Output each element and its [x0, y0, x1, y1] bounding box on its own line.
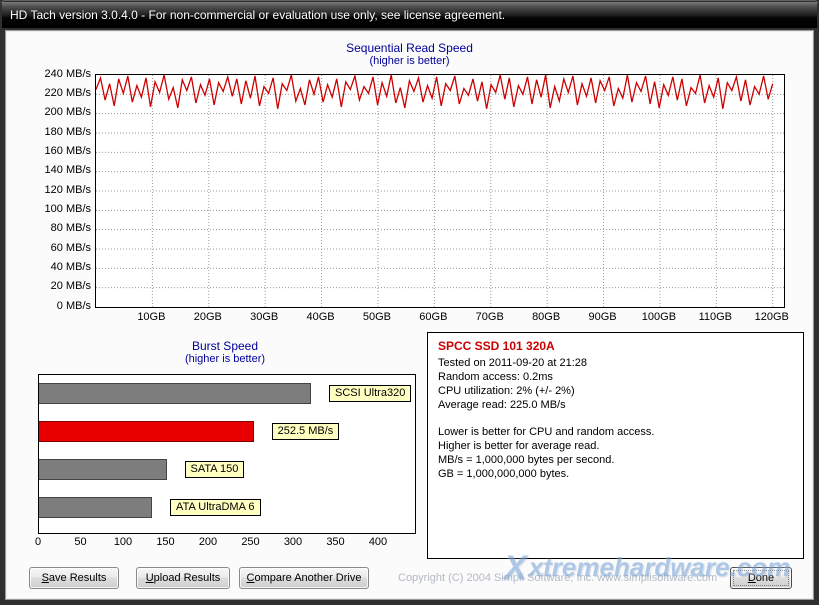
upload-results-button[interactable]: Upload Results	[136, 567, 230, 589]
burst-x-tick-label: 300	[278, 536, 308, 548]
average-read-line: Average read: 225.0 MB/s	[438, 398, 793, 412]
burst-bar-value-label: SCSI Ultra320	[329, 385, 411, 402]
seq-x-tick-label: 80GB	[524, 311, 568, 323]
note-lower-better: Lower is better for CPU and random acces…	[438, 425, 793, 439]
drive-name: SPCC SSD 101 320A	[438, 339, 793, 353]
burst-chart-title: Burst Speed	[36, 339, 414, 353]
seq-y-tick-label: 120 MB/s	[6, 184, 91, 197]
seq-y-tick-label: 140 MB/s	[6, 164, 91, 177]
compare-another-drive-label: Compare Another Drive	[240, 572, 368, 584]
seq-y-tick-label: 160 MB/s	[6, 145, 91, 158]
burst-x-tick-label: 400	[363, 536, 393, 548]
seq-y-tick-label: 240 MB/s	[6, 68, 91, 81]
hd-tach-window: HD Tach version 3.0.4.0 - For non-commer…	[0, 0, 819, 605]
random-access-line: Random access: 0.2ms	[438, 370, 793, 384]
burst-bar-value-label: SATA 150	[185, 461, 245, 478]
compare-another-drive-button[interactable]: Compare Another Drive	[239, 567, 369, 589]
done-button[interactable]: Done	[730, 567, 792, 589]
burst-bar	[39, 383, 311, 404]
sequential-plot-svg	[96, 75, 784, 307]
cpu-utilization-line: CPU utilization: 2% (+/- 2%)	[438, 384, 793, 398]
seq-y-tick-label: 0 MB/s	[6, 300, 91, 313]
burst-bar	[39, 421, 254, 442]
burst-bar-value-label: 252.5 MB/s	[272, 423, 340, 440]
burst-bar	[39, 497, 152, 518]
note-higher-better: Higher is better for average read.	[438, 439, 793, 453]
seq-x-tick-label: 100GB	[637, 311, 681, 323]
seq-x-tick-label: 40GB	[299, 311, 343, 323]
title-bar: HD Tach version 3.0.4.0 - For non-commer…	[2, 2, 817, 28]
seq-x-tick-label: 10GB	[129, 311, 173, 323]
seq-y-tick-label: 100 MB/s	[6, 203, 91, 216]
burst-x-tick-label: 200	[193, 536, 223, 548]
upload-results-label: Upload Results	[137, 572, 229, 584]
burst-x-tick-label: 0	[23, 536, 53, 548]
burst-bar-value-label: ATA UltraDMA 6	[170, 499, 260, 516]
burst-x-tick-label: 250	[236, 536, 266, 548]
burst-chart-subtitle: (higher is better)	[36, 353, 414, 365]
burst-x-tick-label: 150	[151, 536, 181, 548]
copyright-text: Copyright (C) 2004 Simpli Software, Inc.…	[398, 572, 717, 584]
burst-bar	[39, 459, 167, 480]
seq-x-tick-label: 30GB	[242, 311, 286, 323]
seq-y-tick-label: 220 MB/s	[6, 87, 91, 100]
save-results-button[interactable]: Save Results	[29, 567, 119, 589]
note-mbs-definition: MB/s = 1,000,000 bytes per second.	[438, 453, 793, 467]
seq-y-tick-label: 180 MB/s	[6, 126, 91, 139]
seq-y-tick-label: 20 MB/s	[6, 280, 91, 293]
note-gb-definition: GB = 1,000,000,000 bytes.	[438, 467, 793, 481]
burst-plot: SCSI Ultra320 252.5 MB/s SATA 150 ATA Ultra…	[38, 374, 416, 534]
sequential-plot	[95, 74, 785, 308]
seq-y-tick-label: 80 MB/s	[6, 222, 91, 235]
seq-y-tick-label: 200 MB/s	[6, 106, 91, 119]
info-spacer	[438, 412, 793, 425]
seq-x-tick-label: 70GB	[468, 311, 512, 323]
seq-x-tick-label: 120GB	[750, 311, 794, 323]
seq-x-tick-label: 50GB	[355, 311, 399, 323]
seq-y-tick-label: 60 MB/s	[6, 242, 91, 255]
seq-y-tick-label: 40 MB/s	[6, 261, 91, 274]
sequential-chart-subtitle: (higher is better)	[6, 55, 813, 67]
burst-x-tick-label: 350	[321, 536, 351, 548]
window-title: HD Tach version 3.0.4.0 - For non-commer…	[10, 8, 505, 22]
content-area: Sequential Read Speed (higher is better)…	[5, 30, 814, 600]
seq-x-tick-label: 20GB	[186, 311, 230, 323]
done-label: Done	[731, 572, 791, 584]
sequential-chart-title: Sequential Read Speed	[6, 41, 813, 55]
seq-x-tick-label: 110GB	[693, 311, 737, 323]
seq-x-tick-label: 60GB	[411, 311, 455, 323]
tested-on-line: Tested on 2011-09-20 at 21:28	[438, 356, 793, 370]
seq-x-tick-label: 90GB	[581, 311, 625, 323]
burst-x-tick-label: 100	[108, 536, 138, 548]
drive-info-panel: SPCC SSD 101 320A Tested on 2011-09-20 a…	[427, 332, 804, 559]
burst-x-tick-label: 50	[66, 536, 96, 548]
save-results-label: Save Results	[30, 572, 118, 584]
